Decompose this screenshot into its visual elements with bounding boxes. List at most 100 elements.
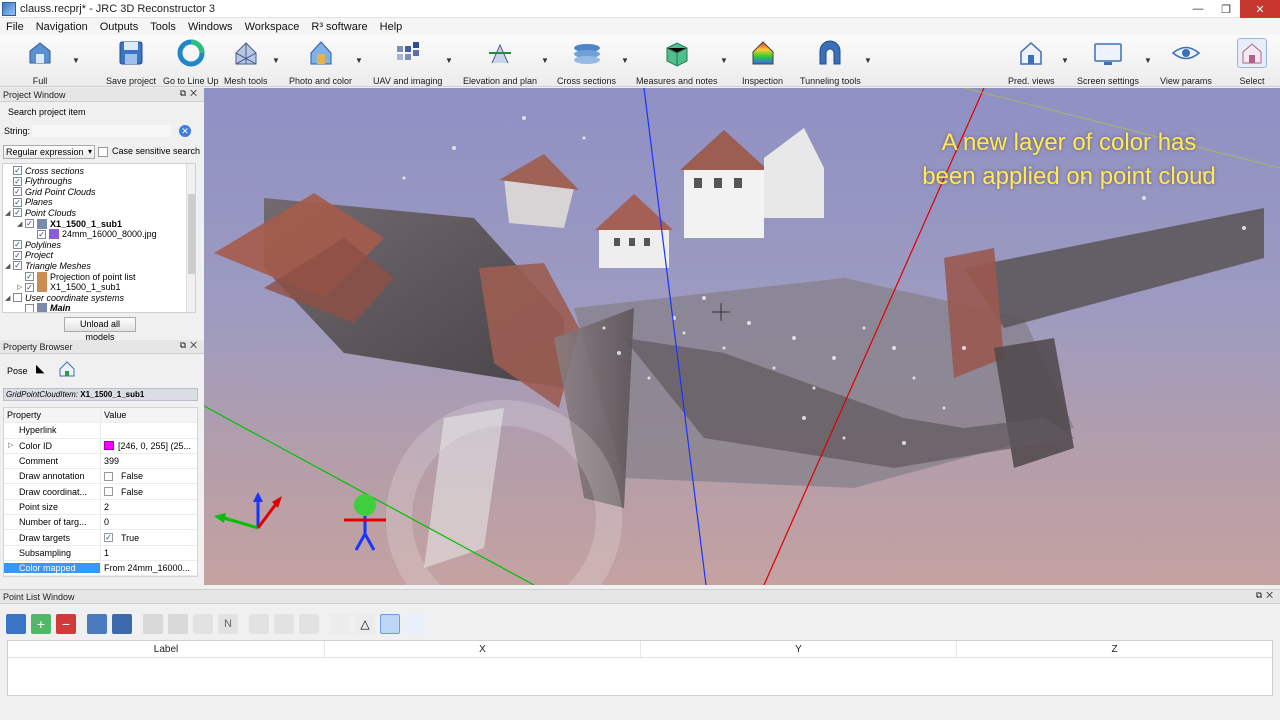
menu-windows[interactable]: Windows: [182, 21, 239, 33]
property-row[interactable]: Subsampling 1: [4, 545, 197, 561]
property-row[interactable]: Draw annotation False: [4, 469, 197, 485]
snap-point-icon[interactable]: [168, 614, 188, 634]
globe-points-icon[interactable]: [299, 614, 319, 634]
target-point-icon[interactable]: [380, 614, 400, 634]
tree-item-checkbox[interactable]: ✓: [25, 272, 34, 281]
3d-viewport[interactable]: A new layer of color has been applied on…: [204, 88, 1280, 585]
normal-icon[interactable]: N: [218, 614, 238, 634]
tunneling-dropdown-icon[interactable]: ▼: [864, 56, 872, 65]
tree-item-checkbox[interactable]: ✓: [13, 250, 22, 260]
property-value-cell[interactable]: 1: [100, 545, 197, 560]
tree-item-checkbox[interactable]: [13, 293, 22, 303]
x-column-header[interactable]: X: [325, 641, 641, 657]
property-row[interactable]: Draw coordinat... False: [4, 484, 197, 500]
maximize-button[interactable]: ❐: [1212, 0, 1240, 18]
tree-item-checkbox[interactable]: ✓: [13, 261, 22, 271]
tree-item[interactable]: ◢ User coordinate systems: [5, 292, 124, 303]
menu-r3-software[interactable]: R³ software: [305, 21, 373, 33]
tree-expander-icon[interactable]: ◢: [5, 262, 13, 270]
tree-item[interactable]: ◢ ✓ X1_1500_1_sub1: [17, 218, 122, 229]
tree-expander-icon[interactable]: ◢: [5, 294, 13, 302]
full-button[interactable]: Full ▼: [25, 38, 80, 86]
regex-mode-select[interactable]: Regular expression: [3, 145, 95, 159]
cross-sections-button[interactable]: Cross sections ▼: [557, 38, 629, 86]
tree-expander-icon[interactable]: ◢: [17, 220, 25, 228]
refresh-points-icon[interactable]: [274, 614, 294, 634]
save-list-icon[interactable]: [112, 614, 132, 634]
mesh-tools-button[interactable]: Mesh tools ▼: [224, 38, 280, 86]
tree-item[interactable]: ▷ ✓ X1_1500_1_sub1: [17, 282, 121, 293]
dock-controls-icon[interactable]: ⧉✕: [180, 88, 201, 99]
property-value-cell[interactable]: [100, 423, 197, 438]
grid-points-icon[interactable]: [249, 614, 269, 634]
tree-item[interactable]: Main: [17, 303, 71, 312]
menu-help[interactable]: Help: [374, 21, 409, 33]
unload-all-models-button[interactable]: Unload all models: [64, 317, 136, 342]
tree-item-checkbox[interactable]: ✓: [13, 166, 22, 175]
property-row[interactable]: Draw targets ✓ True: [4, 530, 197, 546]
select-button[interactable]: Select: [1237, 38, 1267, 86]
property-row[interactable]: Point size 2: [4, 499, 197, 516]
menu-outputs[interactable]: Outputs: [94, 21, 145, 33]
box-icon[interactable]: [330, 614, 350, 634]
minimize-button[interactable]: —: [1184, 0, 1212, 18]
menu-file[interactable]: File: [0, 21, 30, 33]
tree-item-checkbox[interactable]: [25, 303, 34, 312]
tree-item-checkbox[interactable]: ✓: [13, 208, 22, 218]
property-row[interactable]: Comment 399: [4, 453, 197, 470]
case-sensitive-checkbox[interactable]: [98, 147, 108, 157]
inspection-button[interactable]: Inspection: [742, 38, 783, 86]
menu-navigation[interactable]: Navigation: [30, 21, 94, 33]
measures-dropdown-icon[interactable]: ▼: [720, 56, 728, 65]
add-point-icon[interactable]: +: [31, 614, 51, 634]
dock-controls-icon[interactable]: ⧉✕: [1256, 590, 1277, 601]
label-column-header[interactable]: Label: [8, 641, 325, 657]
mesh-tools-dropdown-icon[interactable]: ▼: [272, 56, 280, 65]
pick-point-icon[interactable]: [143, 614, 163, 634]
uav-dropdown-icon[interactable]: ▼: [445, 56, 453, 65]
mark-point-icon[interactable]: [193, 614, 213, 634]
tree-item[interactable]: ◢ ✓ Triangle Meshes: [5, 260, 91, 271]
tree-expander-icon[interactable]: ▷: [17, 283, 25, 291]
property-value-cell[interactable]: From 24mm_16000...: [100, 560, 197, 576]
property-value-cell[interactable]: ✓ True: [100, 530, 197, 545]
property-value-cell[interactable]: False: [100, 484, 197, 499]
tree-item[interactable]: ✓ Project: [5, 250, 53, 261]
tunneling-tools-button[interactable]: Tunneling tools ▼: [800, 38, 872, 86]
tree-item[interactable]: ✓ Cross sections: [5, 165, 84, 176]
tree-item-checkbox[interactable]: ✓: [13, 197, 22, 207]
measures-and-notes-button[interactable]: Measures and notes ▼: [636, 38, 728, 86]
tree-item[interactable]: ✓ Grid Point Clouds: [5, 186, 96, 197]
property-checkbox[interactable]: [104, 471, 113, 481]
tree-expander-icon[interactable]: ◢: [5, 209, 13, 217]
property-value-cell[interactable]: False: [100, 469, 197, 484]
elevation-dropdown-icon[interactable]: ▼: [541, 56, 549, 65]
photo-and-color-button[interactable]: Photo and color ▼: [289, 38, 363, 86]
save-project-button[interactable]: Save project: [106, 38, 156, 86]
remove-point-icon[interactable]: −: [56, 614, 76, 634]
color-swatch[interactable]: [104, 441, 114, 451]
tree-item[interactable]: ✓ 24mm_16000_8000.jpg: [29, 229, 157, 240]
property-checkbox[interactable]: ✓: [104, 533, 113, 543]
pose-silhouette-icon[interactable]: ◣: [36, 362, 44, 375]
property-value-cell[interactable]: 0: [100, 515, 197, 530]
tree-item-checkbox[interactable]: ✓: [13, 187, 22, 197]
open-list-icon[interactable]: [87, 614, 107, 634]
screen-settings-dropdown-icon[interactable]: ▼: [1144, 56, 1152, 65]
property-value-cell[interactable]: 399: [100, 453, 197, 469]
graph-icon[interactable]: [405, 614, 425, 634]
tree-item[interactable]: ✓ Flythroughs: [5, 176, 72, 187]
dock-controls-icon[interactable]: ⧉✕: [180, 340, 201, 351]
pred-views-dropdown-icon[interactable]: ▼: [1061, 56, 1069, 65]
z-column-header[interactable]: Z: [957, 641, 1272, 657]
triangle-icon[interactable]: △: [355, 614, 375, 634]
photo-and-color-dropdown-icon[interactable]: ▼: [355, 56, 363, 65]
uav-and-imaging-button[interactable]: UAV and imaging ▼: [373, 38, 453, 86]
cross-sections-dropdown-icon[interactable]: ▼: [621, 56, 629, 65]
y-column-header[interactable]: Y: [641, 641, 957, 657]
property-row[interactable]: Color mapped From 24mm_16000...: [4, 560, 197, 577]
property-expander-icon[interactable]: ▷: [8, 441, 13, 449]
property-value-cell[interactable]: 2: [100, 499, 197, 515]
tree-item-checkbox[interactable]: ✓: [25, 219, 34, 228]
menu-workspace[interactable]: Workspace: [239, 21, 306, 33]
